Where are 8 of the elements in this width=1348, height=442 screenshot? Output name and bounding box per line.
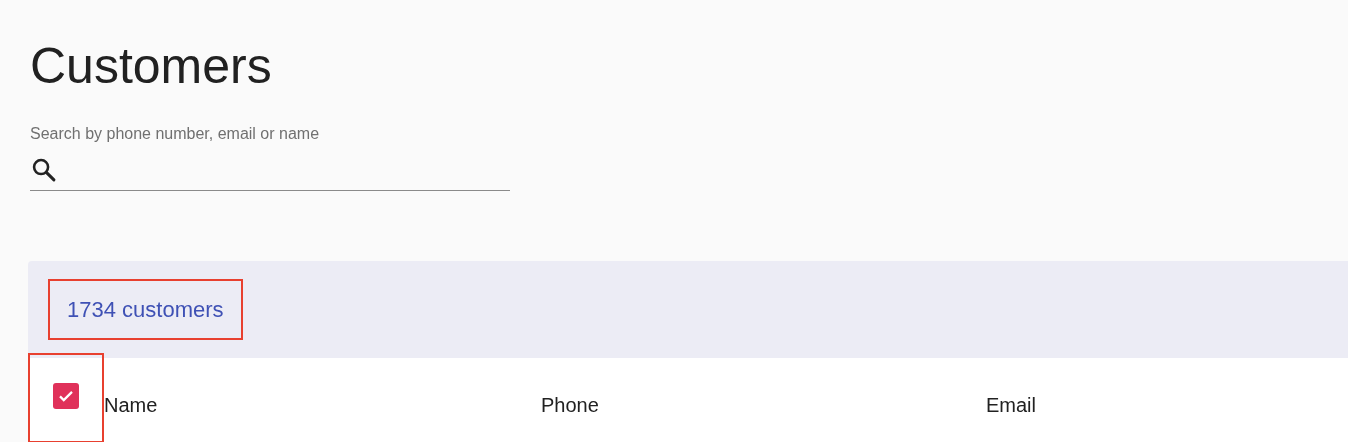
search-icon [30,156,58,184]
page-title: Customers [30,37,273,96]
customer-count: 1734 customers [67,297,224,322]
column-header[interactable]: Phone [541,390,986,420]
search-field[interactable]: Search by phone number, email or name [30,122,510,191]
select-all-checkbox[interactable] [53,383,79,409]
column-header[interactable]: Name [104,390,541,420]
column-header[interactable]: Email [986,390,1286,420]
